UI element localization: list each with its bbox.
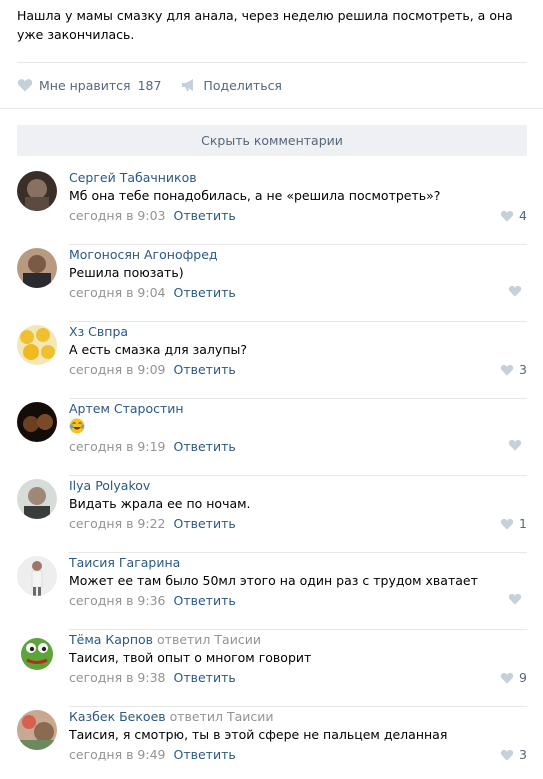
share-button[interactable]: Поделиться bbox=[181, 78, 282, 93]
replied-word: ответил bbox=[169, 709, 223, 724]
share-label: Поделиться bbox=[203, 77, 282, 93]
replied-to-link[interactable]: Таисии bbox=[227, 709, 274, 724]
comment-author[interactable]: Таисия Гагарина bbox=[69, 555, 180, 570]
comment-text: Решила поюзать) bbox=[69, 265, 184, 280]
comment: Артем Старостин сегодня в 9:19 Ответить bbox=[17, 399, 527, 476]
comment-like-button[interactable] bbox=[508, 439, 527, 451]
comment-text: Таисия, твой опыт о многом говорит bbox=[69, 650, 312, 665]
comment-like-button[interactable]: 4 bbox=[500, 208, 527, 223]
laughing-tears-emoji-icon bbox=[69, 418, 85, 434]
comment-like-button[interactable]: 3 bbox=[500, 362, 527, 377]
comment-like-button[interactable]: 1 bbox=[500, 516, 527, 531]
comment: Казбек Бекоев ответил Таисии Таисия, я с… bbox=[17, 707, 527, 779]
comment: Таисия Гагарина Может ее там было 50мл э… bbox=[17, 553, 527, 630]
avatar[interactable] bbox=[17, 633, 57, 673]
avatar[interactable] bbox=[17, 710, 57, 750]
comment-time[interactable]: сегодня в 9:19 bbox=[69, 439, 166, 454]
comment-time[interactable]: сегодня в 9:22 bbox=[69, 516, 166, 531]
heart-icon bbox=[508, 439, 522, 451]
comment-like-count: 3 bbox=[519, 362, 527, 377]
replied-to-link[interactable]: Таисии bbox=[214, 632, 261, 647]
avatar[interactable] bbox=[17, 479, 57, 519]
heart-icon bbox=[500, 210, 514, 222]
comment-text: Мб она тебе понадобилась, а не «решила п… bbox=[69, 188, 441, 203]
comment-like-count: 3 bbox=[519, 747, 527, 762]
like-count: 187 bbox=[137, 77, 162, 93]
comment-time[interactable]: сегодня в 9:49 bbox=[69, 747, 166, 762]
divider bbox=[17, 62, 527, 63]
comment-text: Таисия, я смотрю, ты в этой сфере не пал… bbox=[69, 727, 448, 742]
comment-text bbox=[69, 418, 85, 436]
comment-like-button[interactable] bbox=[508, 285, 527, 297]
reply-link[interactable]: Ответить bbox=[174, 285, 236, 300]
comment-author[interactable]: Ilya Polyakov bbox=[69, 478, 150, 493]
reply-link[interactable]: Ответить bbox=[174, 593, 236, 608]
heart-icon bbox=[500, 672, 514, 684]
comment-like-button[interactable]: 9 bbox=[500, 670, 527, 685]
comment: Хз Свпра А есть смазка для залупы? сегод… bbox=[17, 322, 527, 399]
comment-author[interactable]: Сергей Табачников bbox=[69, 170, 197, 185]
replied-word: ответил bbox=[157, 632, 211, 647]
reply-link[interactable]: Ответить bbox=[174, 670, 236, 685]
comment-like-button[interactable]: 3 bbox=[500, 747, 527, 762]
comment-time[interactable]: сегодня в 9:04 bbox=[69, 285, 166, 300]
avatar[interactable] bbox=[17, 325, 57, 365]
post-actions: Мне нравится 187 Поделиться bbox=[17, 76, 282, 94]
comment: Ilya Polyakov Видать жрала ее по ночам. … bbox=[17, 476, 527, 553]
reply-link[interactable]: Ответить bbox=[174, 208, 236, 223]
comment-text: Видать жрала ее по ночам. bbox=[69, 496, 251, 511]
comment-author[interactable]: Артем Старостин bbox=[69, 401, 184, 416]
heart-icon bbox=[500, 749, 514, 761]
comment-like-count: 4 bbox=[519, 208, 527, 223]
divider bbox=[0, 108, 543, 109]
like-label: Мне нравится bbox=[39, 77, 131, 93]
comment-author[interactable]: Могоносян Агонофред bbox=[69, 247, 218, 262]
reply-link[interactable]: Ответить bbox=[174, 747, 236, 762]
like-button[interactable]: Мне нравится 187 bbox=[17, 78, 161, 93]
post-text: Нашла у мамы смазку для анала, через нед… bbox=[17, 8, 513, 42]
avatar[interactable] bbox=[17, 556, 57, 596]
comment: Тёма Карпов ответил Таисии Таисия, твой … bbox=[17, 630, 527, 707]
comment-author[interactable]: Тёма Карпов bbox=[69, 632, 153, 647]
comment-text: Может ее там было 50мл этого на один раз… bbox=[69, 573, 478, 588]
heart-icon bbox=[500, 518, 514, 530]
comment-time[interactable]: сегодня в 9:03 bbox=[69, 208, 166, 223]
heart-icon bbox=[500, 364, 514, 376]
comment-like-count: 9 bbox=[519, 670, 527, 685]
comment-like-button[interactable] bbox=[508, 593, 527, 605]
comment-author[interactable]: Хз Свпра bbox=[69, 324, 128, 339]
comment-like-count: 1 bbox=[519, 516, 527, 531]
avatar[interactable] bbox=[17, 171, 57, 211]
avatar[interactable] bbox=[17, 402, 57, 442]
avatar[interactable] bbox=[17, 248, 57, 288]
comment: Сергей Табачников Мб она тебе понадобила… bbox=[17, 168, 527, 245]
megaphone-icon bbox=[181, 78, 197, 92]
comment: Могоносян Агонофред Решила поюзать) сего… bbox=[17, 245, 527, 322]
reply-link[interactable]: Ответить bbox=[174, 439, 236, 454]
heart-icon bbox=[17, 78, 33, 92]
hide-comments-button[interactable]: Скрыть комментарии bbox=[17, 125, 527, 156]
comment-time[interactable]: сегодня в 9:09 bbox=[69, 362, 166, 377]
comment-time[interactable]: сегодня в 9:36 bbox=[69, 593, 166, 608]
heart-icon bbox=[508, 285, 522, 297]
heart-icon bbox=[508, 593, 522, 605]
reply-link[interactable]: Ответить bbox=[174, 516, 236, 531]
comment-time[interactable]: сегодня в 9:38 bbox=[69, 670, 166, 685]
comment-text: А есть смазка для залупы? bbox=[69, 342, 247, 357]
comment-author[interactable]: Казбек Бекоев bbox=[69, 709, 166, 724]
reply-link[interactable]: Ответить bbox=[174, 362, 236, 377]
